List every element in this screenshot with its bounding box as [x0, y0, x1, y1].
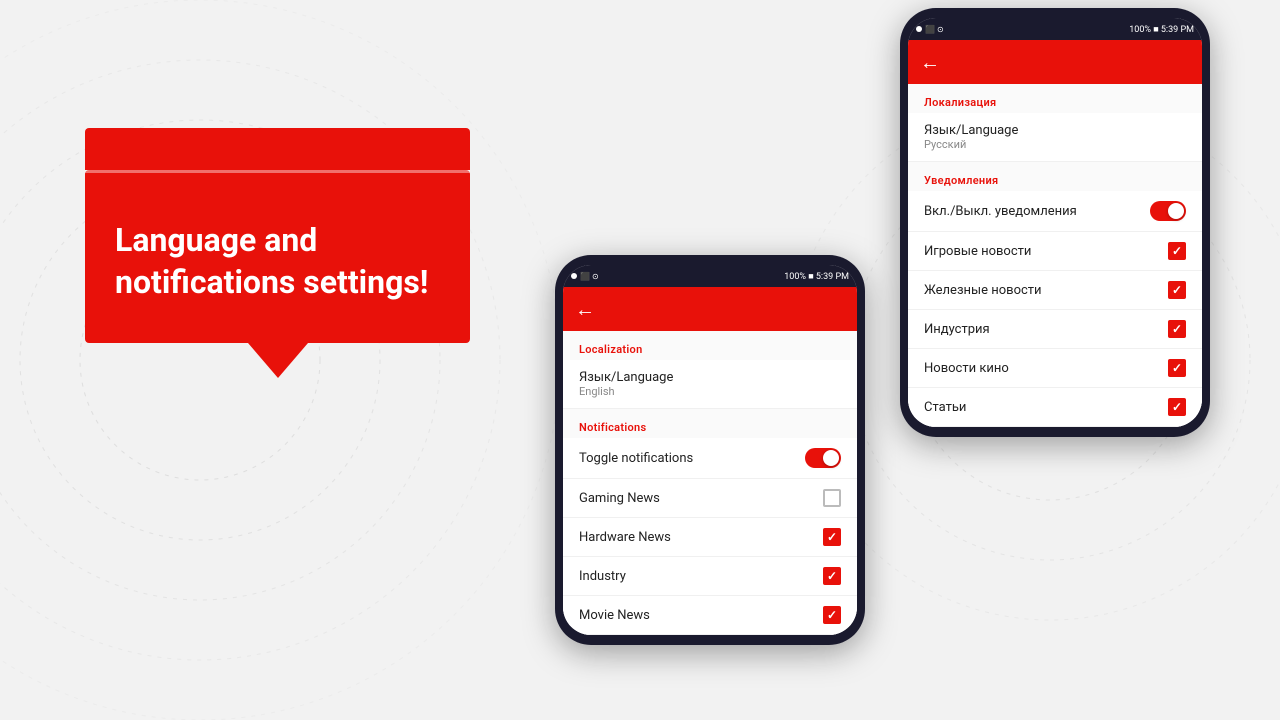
phone-2-gaming-news-text: Игровые новости: [924, 244, 1031, 259]
phone-2-screen: ⬛ ⊙ 100% ■ 5:39 PM ← Локализация Язык/La…: [908, 18, 1202, 427]
phone-1-language-text: Язык/Language English: [579, 370, 673, 398]
phone-2-industry-checkbox[interactable]: ✓: [1168, 320, 1186, 338]
phone-1-toggle-item[interactable]: Toggle notifications: [563, 438, 857, 479]
phone-2-hardware-news-checkmark: ✓: [1172, 284, 1182, 296]
phone-1-movie-news-title: Movie News: [579, 608, 650, 623]
speech-bubble-top: [85, 128, 470, 170]
phone-2-back-button[interactable]: ←: [920, 50, 940, 75]
phone-2-industry-text: Индустрия: [924, 322, 990, 337]
phone-2-gaming-news-title: Игровые новости: [924, 244, 1031, 259]
phone-2-toggle-title: Вкл./Выкл. уведомления: [924, 204, 1077, 219]
phone-1-content: Localization Язык/Language English Notif…: [563, 331, 857, 635]
phone-2-gaming-news-item[interactable]: Игровые новости ✓: [908, 232, 1202, 271]
status-dot-1: [571, 273, 577, 279]
speech-bubble: Language and notifications settings!: [85, 170, 470, 378]
phone-2-articles-checkbox[interactable]: ✓: [1168, 398, 1186, 416]
phone-1-status-left: ⬛ ⊙: [571, 272, 599, 281]
phone-1-gaming-news-title: Gaming News: [579, 491, 660, 506]
phone-1-gaming-news-item[interactable]: Gaming News: [563, 479, 857, 518]
phone-2-industry-checkmark: ✓: [1172, 323, 1182, 335]
phone-1-outer: ⬛ ⊙ 100% ■ 5:39 PM ← Localization Язык/L…: [555, 255, 865, 645]
phone-2-movie-news-text: Новости кино: [924, 361, 1009, 376]
phone-2-hardware-news-title: Железные новости: [924, 283, 1042, 298]
speech-bubble-tail: [248, 343, 308, 378]
phone-2-status-right: 100% ■ 5:39 PM: [1129, 24, 1194, 35]
phone-1-toggle-text: Toggle notifications: [579, 451, 693, 466]
phone-2-toggle-text: Вкл./Выкл. уведомления: [924, 204, 1077, 219]
phone-2-gaming-news-checkmark: ✓: [1172, 245, 1182, 257]
phone-2-section-localization: Локализация: [908, 84, 1202, 113]
phone-2-articles-checkmark: ✓: [1172, 401, 1182, 413]
phone-1-status-bar: ⬛ ⊙ 100% ■ 5:39 PM: [563, 265, 857, 287]
phone-2-status-text: 100% ■ 5:39 PM: [1129, 24, 1194, 35]
phone-1-toggle-knob: [823, 450, 839, 466]
phone-2-gaming-news-checkbox[interactable]: ✓: [1168, 242, 1186, 260]
status-dot-2: [916, 26, 922, 32]
phone-1-gaming-news-checkbox[interactable]: [823, 489, 841, 507]
phone-2-toggle-knob: [1168, 203, 1184, 219]
phone-2-toggle-switch[interactable]: [1150, 201, 1186, 221]
phone-2-toggle-item[interactable]: Вкл./Выкл. уведомления: [908, 191, 1202, 232]
phone-2-movie-news-item[interactable]: Новости кино ✓: [908, 349, 1202, 388]
phone-2-status-bar: ⬛ ⊙ 100% ■ 5:39 PM: [908, 18, 1202, 40]
phone-1-industry-checkmark: ✓: [827, 570, 837, 582]
phone-1-industry-checkbox[interactable]: ✓: [823, 567, 841, 585]
speech-bubble-divider: [85, 170, 470, 173]
phone-1-industry-title: Industry: [579, 569, 626, 584]
phone-1-topbar: ←: [563, 287, 857, 331]
phone-2-industry-item[interactable]: Индустрия ✓: [908, 310, 1202, 349]
phone-2-language-sub: Русский: [924, 138, 1018, 151]
phone-2-industry-title: Индустрия: [924, 322, 990, 337]
phone-1-hardware-news-title: Hardware News: [579, 530, 671, 545]
phone-1-section-localization: Localization: [563, 331, 857, 360]
phone-2-language-text: Язык/Language Русский: [924, 123, 1018, 151]
phone-1-movie-news-item[interactable]: Movie News ✓: [563, 596, 857, 635]
phone-1-industry-text: Industry: [579, 569, 626, 584]
phone-1-language-sub: English: [579, 385, 673, 398]
phone-2-hardware-news-item[interactable]: Железные новости ✓: [908, 271, 1202, 310]
phone-2-hardware-news-checkbox[interactable]: ✓: [1168, 281, 1186, 299]
phone-1-screen: ⬛ ⊙ 100% ■ 5:39 PM ← Localization Язык/L…: [563, 265, 857, 635]
phone-2-content: Локализация Язык/Language Русский Уведом…: [908, 84, 1202, 427]
phone-1-movie-news-text: Movie News: [579, 608, 650, 623]
status-icons-2: ⬛ ⊙: [925, 25, 944, 34]
phone-2-articles-text: Статьи: [924, 400, 966, 415]
phone-2-section-notifications: Уведомления: [908, 162, 1202, 191]
phone-1-status-text: 100% ■ 5:39 PM: [784, 271, 849, 282]
phone-1-back-button[interactable]: ←: [575, 297, 595, 322]
phone-2-outer: ⬛ ⊙ 100% ■ 5:39 PM ← Локализация Язык/La…: [900, 8, 1210, 437]
phone-1: ⬛ ⊙ 100% ■ 5:39 PM ← Localization Язык/L…: [555, 255, 865, 645]
phone-1-hardware-news-checkmark: ✓: [827, 531, 837, 543]
phone-2-hardware-news-text: Железные новости: [924, 283, 1042, 298]
phone-2-language-title: Язык/Language: [924, 123, 1018, 138]
phone-1-toggle-switch[interactable]: [805, 448, 841, 468]
phone-1-gaming-news-text: Gaming News: [579, 491, 660, 506]
phone-2-articles-title: Статьи: [924, 400, 966, 415]
phone-1-language-title: Язык/Language: [579, 370, 673, 385]
speech-bubble-body: Language and notifications settings!: [85, 170, 470, 343]
phone-1-toggle-title: Toggle notifications: [579, 451, 693, 466]
phone-2-language-item[interactable]: Язык/Language Русский: [908, 113, 1202, 162]
phone-1-hardware-news-item[interactable]: Hardware News ✓: [563, 518, 857, 557]
phone-2-movie-news-checkbox[interactable]: ✓: [1168, 359, 1186, 377]
phone-1-hardware-news-text: Hardware News: [579, 530, 671, 545]
phone-1-hardware-news-checkbox[interactable]: ✓: [823, 528, 841, 546]
phone-1-movie-news-checkmark: ✓: [827, 609, 837, 621]
phone-2-status-left: ⬛ ⊙: [916, 25, 944, 34]
phone-1-industry-item[interactable]: Industry ✓: [563, 557, 857, 596]
speech-bubble-text: Language and notifications settings!: [115, 221, 428, 301]
phone-1-language-item[interactable]: Язык/Language English: [563, 360, 857, 409]
phone-2-movie-news-checkmark: ✓: [1172, 362, 1182, 374]
phone-1-movie-news-checkbox[interactable]: ✓: [823, 606, 841, 624]
phone-2-movie-news-title: Новости кино: [924, 361, 1009, 376]
phone-2-articles-item[interactable]: Статьи ✓: [908, 388, 1202, 427]
phone-1-status-right: 100% ■ 5:39 PM: [784, 271, 849, 282]
phone-1-section-notifications: Notifications: [563, 409, 857, 438]
status-icons-1: ⬛ ⊙: [580, 272, 599, 281]
phone-2-topbar: ←: [908, 40, 1202, 84]
phone-2: ⬛ ⊙ 100% ■ 5:39 PM ← Локализация Язык/La…: [900, 8, 1210, 437]
